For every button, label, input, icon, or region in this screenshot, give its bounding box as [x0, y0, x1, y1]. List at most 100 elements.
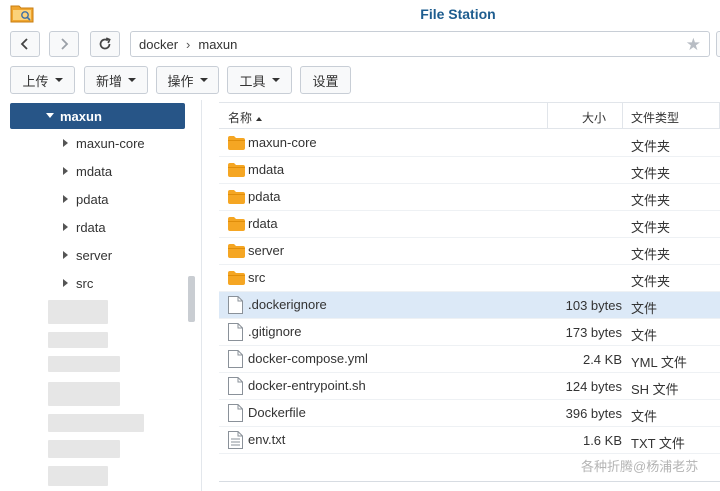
redacted-item: [48, 300, 108, 324]
column-name-header[interactable]: 名称: [228, 109, 263, 126]
file-name: docker-entrypoint.sh: [248, 378, 366, 393]
caret-right-icon[interactable]: [63, 195, 68, 203]
file-name: src: [248, 270, 266, 285]
table-row[interactable]: server 文件夹: [219, 238, 720, 265]
table-row[interactable]: env.txt 1.6 KB TXT 文件: [219, 427, 720, 454]
redacted-item: [48, 414, 144, 432]
star-icon[interactable]: ★: [686, 35, 701, 55]
tree-item-rdata[interactable]: rdata: [0, 217, 185, 239]
table-row[interactable]: docker-compose.yml 2.4 KB YML 文件: [219, 346, 720, 373]
tree-item-mdata[interactable]: mdata: [0, 161, 185, 183]
file-type: 文件夹: [631, 193, 671, 208]
forward-button[interactable]: [49, 31, 79, 57]
watermark: 各种折腾@杨浦老苏: [581, 459, 699, 474]
chevron-down-icon: [271, 78, 280, 82]
caret-right-icon[interactable]: [63, 139, 68, 147]
table-row[interactable]: .gitignore 173 bytes 文件: [219, 319, 720, 346]
caret-right-icon[interactable]: [63, 279, 68, 287]
file-type: 文件夹: [631, 139, 671, 154]
caret-right-icon[interactable]: [63, 167, 68, 175]
file-name: docker-compose.yml: [248, 351, 368, 366]
table-row[interactable]: rdata 文件夹: [219, 211, 720, 238]
action-button[interactable]: 操作: [156, 66, 219, 94]
tree-item-pdata[interactable]: pdata: [0, 189, 185, 211]
tree-item-label: server: [76, 248, 113, 263]
file-icon: [228, 404, 243, 422]
redacted-item: [48, 440, 120, 458]
upload-button[interactable]: 上传: [10, 66, 75, 94]
column-size-header[interactable]: 大小: [582, 109, 606, 126]
back-button[interactable]: [10, 31, 40, 57]
file-icon: [228, 296, 243, 314]
file-name: mdata: [248, 162, 285, 177]
settings-button[interactable]: 设置: [300, 66, 351, 94]
tree-item-server[interactable]: server: [0, 245, 185, 267]
tree-item-src[interactable]: src: [0, 273, 185, 295]
column-type-header[interactable]: 文件类型: [631, 109, 679, 126]
tree-item-label: mdata: [76, 164, 113, 179]
tree-item-maxun[interactable]: maxun: [10, 103, 185, 129]
caret-right-icon[interactable]: [63, 223, 68, 231]
title-bar: File Station: [0, 0, 720, 26]
caret-right-icon[interactable]: [63, 251, 68, 259]
path-bar[interactable]: docker › maxun ★: [130, 31, 710, 57]
file-size: 396 bytes: [565, 406, 622, 421]
sidebar-scrollbar[interactable]: [188, 276, 195, 322]
file-type: 文件夹: [631, 166, 671, 181]
column-name-label: 名称: [228, 111, 253, 125]
sidebar-divider: [201, 100, 202, 491]
file-type: 文件夹: [631, 274, 671, 289]
chevron-left-icon: [20, 38, 28, 50]
tree-item-label: maxun: [60, 109, 102, 124]
table-row[interactable]: src 文件夹: [219, 265, 720, 292]
column-divider[interactable]: [622, 103, 623, 129]
table-row-selected[interactable]: .dockerignore 103 bytes 文件: [219, 292, 720, 319]
tools-button[interactable]: 工具: [227, 66, 292, 94]
breadcrumb-item-docker[interactable]: docker: [139, 37, 178, 52]
file-name: env.txt: [248, 432, 286, 447]
table-row[interactable]: maxun-core 文件夹: [219, 130, 720, 157]
table-row[interactable]: Dockerfile 396 bytes 文件: [219, 400, 720, 427]
breadcrumb-separator: ›: [186, 37, 191, 52]
file-size: 173 bytes: [565, 325, 622, 340]
folder-icon: [228, 163, 245, 177]
tree-item-maxun-core[interactable]: maxun-core: [0, 133, 185, 155]
refresh-button[interactable]: [90, 31, 120, 57]
folder-tree: [0, 100, 202, 491]
table-row[interactable]: mdata 文件夹: [219, 157, 720, 184]
file-size: 2.4 KB: [582, 352, 622, 367]
table-row[interactable]: docker-entrypoint.sh 124 bytes SH 文件: [219, 373, 720, 400]
file-icon: [228, 350, 243, 368]
file-type: 文件夹: [631, 220, 671, 235]
app-title: File Station: [420, 6, 496, 22]
file-name: server: [248, 243, 285, 258]
breadcrumb-item-maxun[interactable]: maxun: [198, 37, 237, 52]
create-label: 新增: [95, 73, 122, 89]
file-type: 文件夹: [631, 247, 671, 262]
file-list-bottom-border: [219, 481, 720, 482]
breadcrumb: docker › maxun: [139, 37, 237, 52]
upload-label: 上传: [22, 73, 49, 89]
file-type: TXT 文件: [631, 436, 685, 451]
chevron-down-icon: [128, 78, 136, 82]
tools-label: 工具: [239, 73, 266, 89]
folder-icon: [228, 136, 245, 150]
file-type: 文件: [631, 301, 658, 316]
chevron-down-icon: [199, 78, 208, 82]
folder-icon: [228, 271, 245, 285]
folder-icon: [228, 190, 245, 204]
file-type: 文件: [631, 409, 658, 424]
folder-icon: [228, 244, 245, 258]
tree-item-label: pdata: [76, 192, 109, 207]
file-station-window: File Station docker › maxun ★ 上传 新增 操作 工具: [0, 0, 720, 491]
folder-icon: [228, 217, 245, 231]
caret-down-icon[interactable]: [46, 113, 54, 118]
table-row[interactable]: pdata 文件夹: [219, 184, 720, 211]
tree-item-label: maxun-core: [76, 136, 145, 151]
column-divider[interactable]: [547, 103, 548, 129]
file-icon: [228, 377, 243, 395]
redacted-item: [48, 356, 120, 372]
file-size: 103 bytes: [565, 298, 622, 313]
search-field-edge[interactable]: [716, 31, 720, 57]
create-button[interactable]: 新增: [84, 66, 148, 94]
